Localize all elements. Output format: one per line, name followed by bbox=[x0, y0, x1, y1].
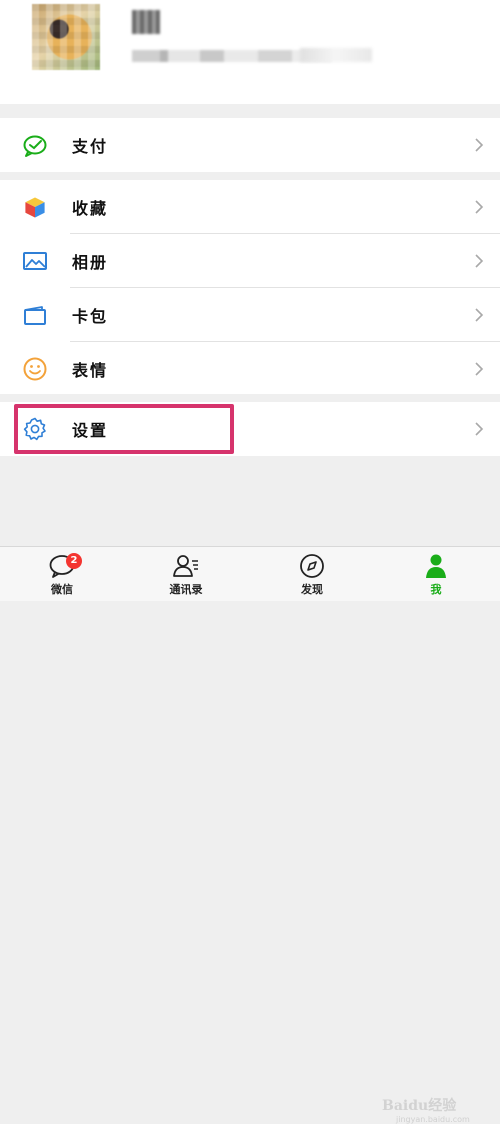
chevron-right-icon bbox=[475, 138, 484, 152]
unread-badge: 2 bbox=[66, 553, 82, 569]
tab-label-me: 我 bbox=[430, 583, 442, 596]
card-wallet-icon bbox=[24, 306, 46, 325]
contacts-icon bbox=[173, 555, 198, 577]
tab-label-discover: 发现 bbox=[301, 583, 323, 596]
chevron-right-icon bbox=[475, 422, 484, 436]
settings-highlight-box bbox=[14, 404, 234, 454]
menu-item-pay[interactable]: 支付 bbox=[0, 118, 500, 172]
pay-icon bbox=[23, 135, 47, 157]
watermark-url: jingyan.baidu.com bbox=[396, 1115, 470, 1124]
menu-label-album: 相册 bbox=[72, 253, 109, 272]
nickname-redacted bbox=[132, 10, 160, 34]
menu-label-stickers: 表情 bbox=[72, 361, 109, 380]
menu-item-stickers[interactable]: 表情 bbox=[0, 342, 500, 396]
menu-group-main: 收藏 相册 卡包 表情 bbox=[0, 180, 500, 394]
chevron-right-icon bbox=[475, 200, 484, 214]
photo-icon bbox=[23, 252, 47, 270]
menu-item-album[interactable]: 相册 bbox=[0, 234, 500, 288]
bottom-tab-bar: 2 微信 通讯录 发现 我 Baidu经验 jingyan.baidu.com bbox=[0, 546, 500, 1124]
person-icon bbox=[426, 554, 446, 578]
chevron-right-icon bbox=[475, 308, 484, 322]
menu-item-cards[interactable]: 卡包 bbox=[0, 288, 500, 342]
tab-discover[interactable]: 发现 bbox=[272, 547, 352, 601]
menu-label-cards: 卡包 bbox=[72, 307, 109, 326]
avatar[interactable] bbox=[32, 4, 100, 70]
menu-label-pay: 支付 bbox=[72, 137, 109, 156]
compass-icon bbox=[300, 554, 324, 578]
smiley-icon bbox=[23, 357, 47, 381]
chevron-right-icon bbox=[475, 362, 484, 376]
tab-contacts[interactable]: 通讯录 bbox=[146, 547, 226, 601]
tab-me[interactable]: 我 bbox=[396, 547, 476, 601]
menu-group-pay: 支付 bbox=[0, 118, 500, 172]
cube-icon bbox=[24, 196, 46, 219]
chevron-right-icon bbox=[475, 254, 484, 268]
menu-label-favorites: 收藏 bbox=[72, 199, 109, 218]
profile-header[interactable] bbox=[0, 0, 500, 104]
qr-code-redacted bbox=[300, 48, 372, 62]
menu-item-favorites[interactable]: 收藏 bbox=[0, 180, 500, 234]
tab-chats[interactable]: 2 微信 bbox=[22, 547, 102, 601]
watermark-logo: Baidu经验 bbox=[382, 1098, 457, 1114]
tab-label-contacts: 通讯录 bbox=[169, 583, 203, 596]
tab-label-chats: 微信 bbox=[51, 583, 73, 596]
